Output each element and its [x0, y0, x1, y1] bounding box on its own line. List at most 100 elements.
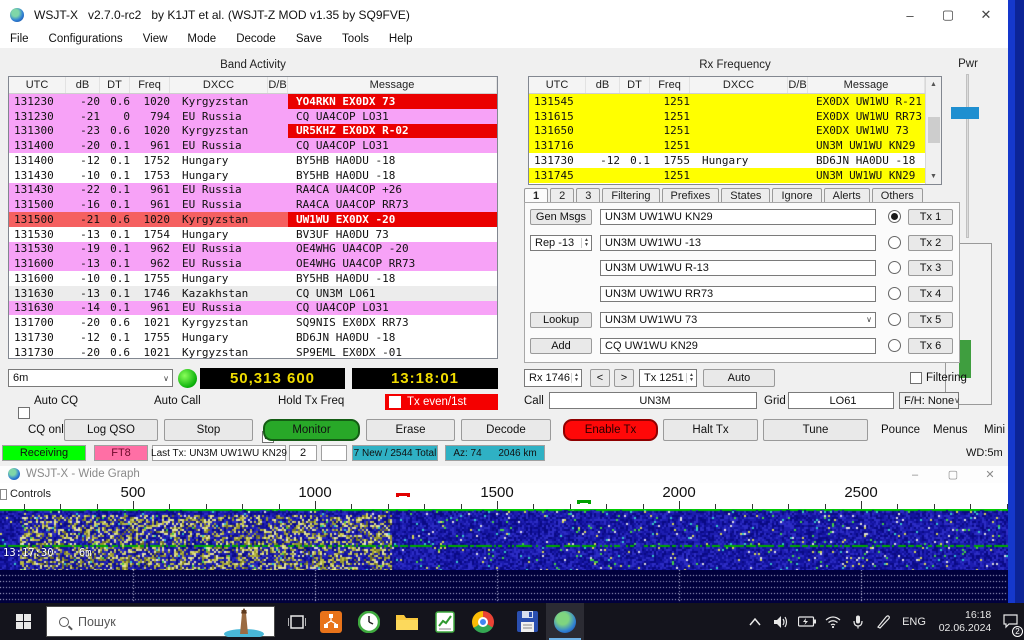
- menu-configurations[interactable]: Configurations: [39, 30, 133, 48]
- column-header-db[interactable]: dB: [586, 77, 620, 93]
- spectrum-display[interactable]: [0, 570, 1008, 603]
- lookup-button[interactable]: Lookup: [530, 312, 592, 328]
- pwr-slider[interactable]: [966, 74, 969, 238]
- table-row[interactable]: 131730-120.11755HungaryBD6JN HA0DU -18: [529, 153, 925, 168]
- column-header-dxcc[interactable]: DXCC: [690, 77, 788, 93]
- tx-message-3-input[interactable]: UN3M UW1WU R-13: [600, 260, 876, 276]
- table-row[interactable]: 131730-200.61021KyrgyzstanSP9EML EX0DX -…: [9, 345, 497, 359]
- filtering-checkbox[interactable]: [910, 372, 922, 384]
- menu-mode[interactable]: Mode: [177, 30, 226, 48]
- table-row[interactable]: 131630-140.1961EU RussiaCQ UA4COP LO31: [9, 301, 497, 316]
- menu-file[interactable]: File: [0, 30, 39, 48]
- column-header-freq[interactable]: Freq: [130, 77, 170, 93]
- start-button[interactable]: [0, 603, 46, 640]
- tx-1-button[interactable]: Tx 1: [908, 209, 953, 225]
- tx-freq-spinner[interactable]: Tx 1251 ▲▼: [639, 369, 697, 387]
- column-header-dxcc[interactable]: DXCC: [170, 77, 268, 93]
- action-center-button[interactable]: 2: [998, 603, 1024, 640]
- maximize-button[interactable]: ▢: [931, 0, 965, 30]
- tab-3[interactable]: 3: [576, 188, 600, 203]
- taskbar-app-save[interactable]: [508, 603, 546, 640]
- table-row[interactable]: 1317161251UN3M UW1WU KN29: [529, 138, 925, 153]
- menu-decode[interactable]: Decode: [226, 30, 286, 48]
- table-row[interactable]: 131400-120.11752HungaryBY5HB HA0DU -18: [9, 153, 497, 168]
- column-header-utc[interactable]: UTC: [9, 77, 66, 93]
- monitor-button[interactable]: Monitor: [263, 419, 360, 441]
- tab-2[interactable]: 2: [550, 188, 574, 203]
- table-row[interactable]: 131600-130.1962EU RussiaOE4WHG UA4COP RR…: [9, 256, 497, 271]
- tx-2-button[interactable]: Tx 2: [908, 235, 953, 251]
- tx-message-5-input[interactable]: UN3M UW1WU 73∨: [600, 312, 876, 328]
- table-row[interactable]: 131230-210794EU RussiaCQ UA4COP LO31: [9, 109, 497, 124]
- enable-tx-button[interactable]: Enable Tx: [563, 419, 658, 441]
- tx-message-2-input[interactable]: UN3M UW1WU -13: [600, 235, 876, 251]
- tab-alerts[interactable]: Alerts: [824, 188, 870, 203]
- column-header-message[interactable]: Message: [808, 77, 925, 93]
- tab-ignore[interactable]: Ignore: [772, 188, 821, 203]
- tx-2-radio[interactable]: [888, 236, 901, 249]
- table-row[interactable]: 131430-100.11753HungaryBY5HB HA0DU -18: [9, 168, 497, 183]
- task-view-button[interactable]: [280, 603, 314, 640]
- tx-6-button[interactable]: Tx 6: [908, 338, 953, 354]
- tx-6-radio[interactable]: [888, 339, 901, 352]
- halt-tx-button[interactable]: Halt Tx: [663, 419, 758, 441]
- tray-language[interactable]: ENG: [896, 603, 932, 640]
- table-row[interactable]: 131430-220.1961EU RussiaRA4CA UA4COP +26: [9, 183, 497, 198]
- erase-button[interactable]: Erase: [366, 419, 455, 441]
- minimize-button[interactable]: –: [893, 0, 927, 30]
- taskbar-app-wsjtx-active[interactable]: [546, 603, 584, 640]
- stop-button[interactable]: Stop: [164, 419, 253, 441]
- table-row[interactable]: 131230-200.61020KyrgyzstanYO4RKN EX0DX 7…: [9, 94, 497, 109]
- freq-right-button[interactable]: >: [614, 369, 634, 387]
- table-row[interactable]: 131300-230.61020KyrgyzstanUR5KHZ EX0DX R…: [9, 124, 497, 139]
- scrollbar-thumb[interactable]: [928, 117, 940, 143]
- decode-button[interactable]: Decode: [461, 419, 551, 441]
- table-row[interactable]: 131500-160.1961EU RussiaRA4CA UA4COP RR7…: [9, 197, 497, 212]
- column-header-dt[interactable]: DT: [620, 77, 650, 93]
- table-row[interactable]: 131600-100.11755HungaryBY5HB HA0DU -18: [9, 271, 497, 286]
- tray-microphone[interactable]: [846, 603, 870, 640]
- column-header-db[interactable]: D/B: [788, 77, 808, 93]
- auto-button[interactable]: Auto: [703, 369, 775, 387]
- column-header-dt[interactable]: DT: [100, 77, 130, 93]
- close-button[interactable]: ✕: [975, 466, 1005, 483]
- column-header-freq[interactable]: Freq: [650, 77, 690, 93]
- menu-save[interactable]: Save: [286, 30, 332, 48]
- tx-4-button[interactable]: Tx 4: [908, 286, 953, 302]
- tx-message-4-input[interactable]: UN3M UW1WU RR73: [600, 286, 876, 302]
- tab-prefixes[interactable]: Prefixes: [662, 188, 720, 203]
- column-header-db[interactable]: D/B: [268, 77, 288, 93]
- tx-message-6-input[interactable]: CQ UW1WU KN29: [600, 338, 876, 354]
- menu-view[interactable]: View: [133, 30, 178, 48]
- tab-others[interactable]: Others: [872, 188, 923, 203]
- close-button[interactable]: ✕: [969, 0, 1003, 30]
- grid-input[interactable]: LO61: [788, 392, 894, 409]
- titlebar[interactable]: WSJT-X v2.7.0-rc2 by K1JT et al. (WSJT-Z…: [0, 0, 1008, 30]
- tab-1[interactable]: 1: [524, 188, 548, 203]
- tab-states[interactable]: States: [721, 188, 770, 203]
- table-row[interactable]: 1317451251UN3M UW1WU KN29: [529, 168, 925, 183]
- tx-4-radio[interactable]: [888, 287, 901, 300]
- call-input[interactable]: UN3M: [549, 392, 757, 409]
- rx-freq-spinner[interactable]: Rx 1746 ▲▼: [524, 369, 582, 387]
- spin-down-icon[interactable]: ▼: [584, 243, 589, 248]
- table-row[interactable]: 131500-210.61020KyrgyzstanUW1WU EX0DX -2…: [9, 212, 497, 227]
- table-row[interactable]: 1316151251EX0DX UW1WU RR73: [529, 109, 925, 124]
- tray-volume[interactable]: [768, 603, 794, 640]
- tab-filtering[interactable]: Filtering: [602, 188, 659, 203]
- scroll-down-icon[interactable]: ▼: [926, 169, 941, 184]
- log-qso-button[interactable]: Log QSO: [64, 419, 158, 441]
- pwr-slider-handle[interactable]: [951, 107, 979, 119]
- tune-button[interactable]: Tune: [763, 419, 868, 441]
- tray-wifi[interactable]: [820, 603, 846, 640]
- column-header-message[interactable]: Message: [288, 77, 497, 93]
- gen-msgs-button[interactable]: Gen Msgs: [530, 209, 592, 225]
- taskbar-app-file-explorer[interactable]: [388, 603, 426, 640]
- table-row[interactable]: 131400-200.1961EU RussiaCQ UA4COP LO31: [9, 138, 497, 153]
- rx-frequency-table[interactable]: UTCdBDTFreqDXCCD/BMessage 1315451251EX0D…: [528, 76, 942, 185]
- tx-3-button[interactable]: Tx 3: [908, 260, 953, 276]
- table-row[interactable]: 1315451251EX0DX UW1WU R-21: [529, 94, 925, 109]
- tx-message-1-input[interactable]: UN3M UW1WU KN29: [600, 209, 876, 225]
- table-row[interactable]: 131530-130.11754HungaryBV3UF HA0DU 73: [9, 227, 497, 242]
- menu-help[interactable]: Help: [379, 30, 423, 48]
